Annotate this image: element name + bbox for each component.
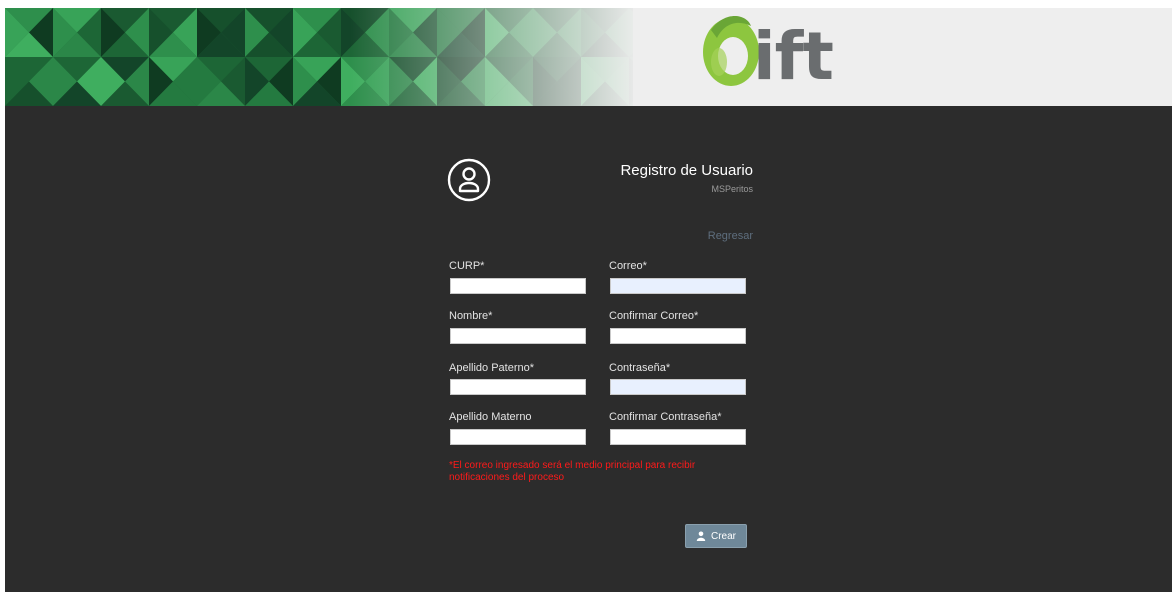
header-banner: ift — [5, 8, 1172, 106]
confirmar-contrasena-input[interactable] — [610, 429, 746, 445]
nombre-input[interactable] — [450, 328, 586, 344]
curp-label: CURP* — [449, 260, 485, 272]
contrasena-input[interactable] — [610, 379, 746, 395]
apellido-materno-input[interactable] — [450, 429, 586, 445]
user-circle-icon — [447, 158, 491, 202]
confirmar-contrasena-label: Confirmar Contraseña* — [609, 411, 722, 423]
apellido-materno-label: Apellido Materno — [449, 411, 532, 423]
page-frame: ift Registro de Usuario MSPeritos Regres… — [5, 8, 1172, 592]
nombre-label: Nombre* — [449, 310, 493, 322]
correo-input[interactable] — [610, 278, 746, 294]
apellido-paterno-label: Apellido Paterno* — [449, 362, 535, 374]
correo-label: Correo* — [609, 260, 647, 272]
logo-wordmark: ift — [753, 18, 834, 95]
create-button[interactable]: Crear — [685, 524, 747, 548]
banner-pattern — [5, 8, 633, 106]
user-icon — [696, 531, 706, 541]
apellido-paterno-input[interactable] — [450, 379, 586, 395]
form-subtitle: MSPeritos — [711, 184, 753, 194]
confirmar-correo-input[interactable] — [610, 328, 746, 344]
confirmar-correo-label: Confirmar Correo* — [609, 310, 699, 322]
back-link[interactable]: Regresar — [708, 230, 753, 242]
create-button-label: Crear — [710, 530, 736, 542]
contrasena-label: Contraseña* — [609, 362, 671, 374]
registration-page: Registro de Usuario MSPeritos Regresar C… — [5, 106, 1172, 592]
form-title: Registro de Usuario — [620, 162, 753, 179]
curp-input[interactable] — [450, 278, 586, 294]
email-notice: *El correo ingresado será el medio princ… — [449, 460, 696, 483]
